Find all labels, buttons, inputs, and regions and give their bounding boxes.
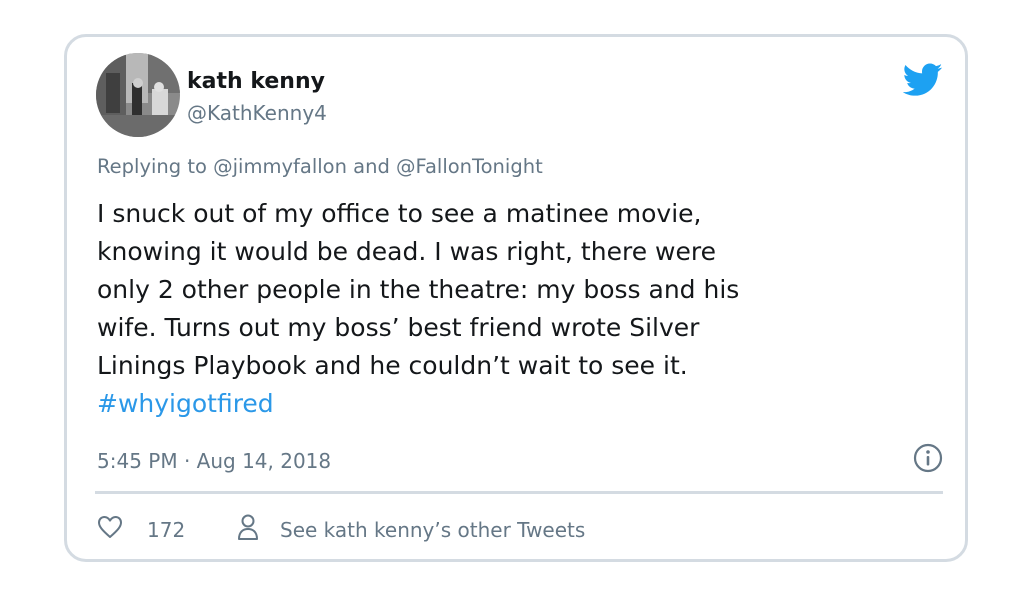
tweet-card: kath kenny @KathKenny4 Replying to @jimm…	[64, 34, 968, 562]
hashtag-link[interactable]: #whyigotfired	[97, 385, 947, 423]
like-count[interactable]: 172	[147, 518, 185, 542]
avatar-image	[96, 53, 180, 137]
person-icon[interactable]	[237, 513, 259, 541]
heart-icon[interactable]	[97, 515, 123, 539]
avatar[interactable]	[96, 53, 180, 137]
replying-to[interactable]: Replying to @jimmyfallon and @FallonToni…	[97, 155, 543, 178]
divider	[95, 491, 943, 494]
tweet-text: I snuck out of my office to see a matine…	[97, 195, 947, 423]
tweet-line: wife. Turns out my boss’ best friend wro…	[97, 313, 700, 342]
author-name[interactable]: kath kenny	[187, 69, 325, 94]
tweet-line: only 2 other people in the theatre: my b…	[97, 275, 740, 304]
timestamp[interactable]: 5:45 PM · Aug 14, 2018	[97, 449, 331, 473]
other-tweets-link[interactable]: See kath kenny’s other Tweets	[280, 518, 585, 542]
tweet-line: Linings Playbook and he couldn’t wait to…	[97, 351, 688, 380]
info-icon[interactable]	[913, 443, 943, 473]
twitter-bird-icon[interactable]	[903, 63, 943, 97]
tweet-line: I snuck out of my office to see a matine…	[97, 199, 702, 228]
tweet-line: knowing it would be dead. I was right, t…	[97, 237, 716, 266]
author-handle[interactable]: @KathKenny4	[187, 101, 327, 125]
